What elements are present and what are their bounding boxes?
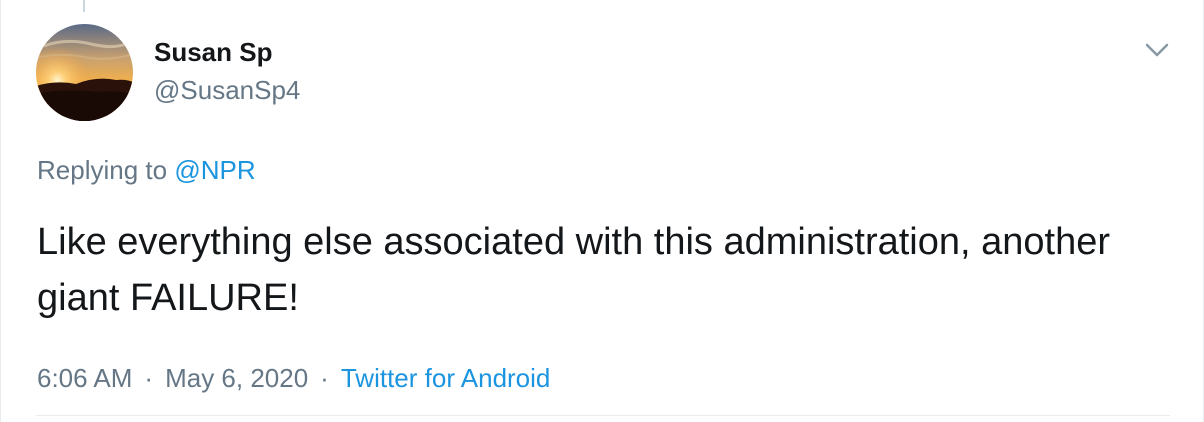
tweet-source-link[interactable]: Twitter for Android (341, 363, 551, 393)
tweet-date-link[interactable]: May 6, 2020 (165, 363, 308, 393)
replying-to-line: Replying to @NPR (37, 154, 256, 186)
divider (36, 415, 1170, 416)
tweet-text: Like everything else associated with thi… (37, 221, 1111, 319)
avatar[interactable] (36, 24, 133, 121)
tweet-card: Susan Sp @SusanSp4 Replying to @NPR Like… (0, 0, 1204, 422)
user-handle[interactable]: @SusanSp4 (154, 74, 300, 106)
tweet-time-link[interactable]: 6:06 AM (37, 363, 132, 393)
chevron-down-icon[interactable] (1143, 36, 1171, 64)
display-name[interactable]: Susan Sp (154, 36, 300, 68)
meta-separator: · (144, 363, 154, 393)
user-info: Susan Sp @SusanSp4 (154, 36, 300, 106)
meta-separator: · (320, 363, 329, 393)
replying-prefix: Replying to (37, 155, 168, 185)
thread-connector-line (83, 0, 85, 12)
sunset-avatar-image (36, 24, 133, 121)
tweet-metadata: 6:06 AM · May 6, 2020 · Twitter for Android (37, 362, 550, 394)
replying-to-mention-link[interactable]: @NPR (174, 155, 255, 185)
